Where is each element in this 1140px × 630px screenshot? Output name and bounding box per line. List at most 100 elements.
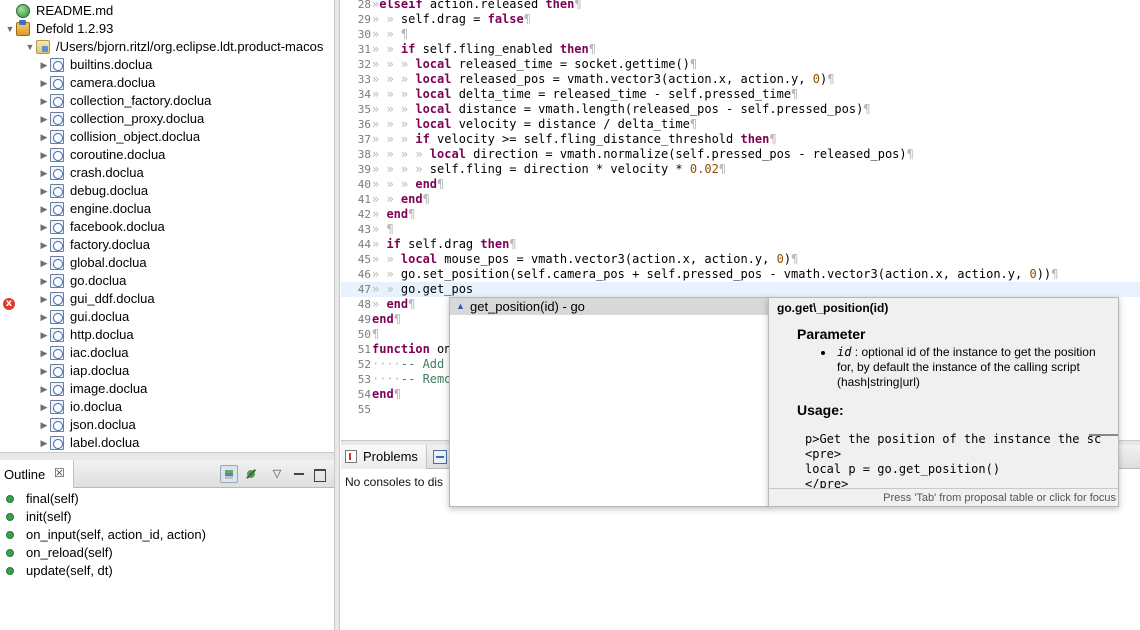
chevron-right-icon[interactable]: ▶ — [38, 290, 50, 308]
sort-icon[interactable] — [220, 465, 238, 483]
code-line[interactable]: 42» end¶ — [341, 207, 1140, 222]
error-icon[interactable]: x — [3, 298, 15, 310]
tree-item[interactable]: ▶ iap.doclua — [0, 362, 334, 380]
chevron-down-icon[interactable]: ▼ — [24, 38, 36, 56]
tab-problems[interactable]: Problems — [341, 445, 427, 469]
chevron-right-icon[interactable]: ▶ — [38, 146, 50, 164]
code-line[interactable]: 35» » » local distance = vmath.length(re… — [341, 102, 1140, 117]
chevron-right-icon[interactable]: ▶ — [38, 434, 50, 452]
chevron-right-icon[interactable]: ▶ — [38, 200, 50, 218]
tree-item[interactable]: ▶ collection_factory.doclua — [0, 92, 334, 110]
chevron-right-icon[interactable]: ▶ — [38, 128, 50, 146]
tree-item[interactable]: ▶ gui_ddf.doclua — [0, 290, 334, 308]
chevron-right-icon[interactable]: ▶ — [38, 362, 50, 380]
tree-item[interactable]: ▶ io.doclua — [0, 398, 334, 416]
chevron-right-icon[interactable]: ▶ — [38, 92, 50, 110]
chevron-down-icon[interactable]: ▼ — [4, 20, 16, 38]
chevron-right-icon[interactable]: ▶ — [38, 326, 50, 344]
view-menu-icon[interactable]: ▽ — [268, 465, 286, 483]
chevron-right-icon[interactable]: ▶ — [38, 380, 50, 398]
doclua-icon — [50, 202, 64, 216]
proposal-item[interactable]: ▲ get_position(id) - go — [450, 298, 768, 315]
chevron-right-icon[interactable]: ▶ — [38, 308, 50, 326]
chevron-right-icon[interactable]: ▶ — [38, 416, 50, 434]
tree-item[interactable]: ▶ image.doclua — [0, 380, 334, 398]
tree-item[interactable]: ▼ /Users/bjorn.ritzl/org.eclipse.ldt.prod… — [0, 38, 334, 56]
outline-item[interactable]: update(self, dt) — [0, 562, 334, 580]
outline-item[interactable]: init(self) — [0, 508, 334, 526]
chevron-right-icon[interactable] — [4, 2, 16, 20]
chevron-right-icon[interactable]: ▶ — [38, 272, 50, 290]
code-line[interactable]: 44» if self.drag then¶ — [341, 237, 1140, 252]
hide-fields-icon[interactable] — [242, 465, 260, 483]
chevron-right-icon[interactable]: ▶ — [38, 236, 50, 254]
vertical-splitter[interactable] — [334, 0, 340, 630]
chevron-right-icon[interactable]: ▶ — [38, 398, 50, 416]
tree-item[interactable]: ▶ factory.doclua — [0, 236, 334, 254]
tree-item[interactable]: ▶ go.doclua — [0, 272, 334, 290]
code-line[interactable]: 46» » go.set_position(self.camera_pos + … — [341, 267, 1140, 282]
console-tab-icon[interactable] — [433, 450, 447, 464]
tree-item[interactable]: ▶ facebook.doclua — [0, 218, 334, 236]
tree-item[interactable]: ▶ global.doclua — [0, 254, 334, 272]
code-line[interactable]: 30» » ¶ — [341, 27, 1140, 42]
maximize-icon[interactable] — [310, 465, 328, 483]
code-line[interactable]: 31» » if self.fling_enabled then¶ — [341, 42, 1140, 57]
tree-item[interactable]: ▶ http.doclua — [0, 326, 334, 344]
doc-code-line: local p = go.get_position() — [805, 462, 1001, 476]
code-line[interactable]: 38» » » » local direction = vmath.normal… — [341, 147, 1140, 162]
code-line[interactable]: 34» » » local delta_time = released_time… — [341, 87, 1140, 102]
code-line[interactable]: 29» » self.drag = false¶ — [341, 12, 1140, 27]
code-line[interactable]: 37» » » if velocity >= self.fling_distan… — [341, 132, 1140, 147]
code-line[interactable]: 33» » » local released_pos = vmath.vecto… — [341, 72, 1140, 87]
tree-item[interactable]: ▶ gui.doclua — [0, 308, 334, 326]
minimize-icon[interactable] — [290, 465, 308, 483]
chevron-right-icon[interactable]: ▶ — [38, 254, 50, 272]
tree-item[interactable]: ▶ debug.doclua — [0, 182, 334, 200]
content-assist-popup[interactable]: ▲ get_position(id) - go — [449, 297, 769, 507]
outline-tab[interactable]: Outline ☒ — [0, 460, 74, 488]
chevron-right-icon[interactable]: ▶ — [38, 182, 50, 200]
tree-item[interactable]: ▶ crash.doclua — [0, 164, 334, 182]
code-line[interactable]: 47» » go.get_pos — [341, 282, 1140, 297]
tree-item[interactable]: ▶ iac.doclua — [0, 344, 334, 362]
tree-item[interactable]: ▼ Defold 1.2.93 — [0, 20, 334, 38]
tree-item[interactable]: ▶ json.doclua — [0, 416, 334, 434]
chevron-right-icon[interactable]: ▶ — [38, 74, 50, 92]
tree-item[interactable]: ▶ builtins.doclua — [0, 56, 334, 74]
chevron-right-icon[interactable]: ▶ — [38, 110, 50, 128]
code-token: local — [415, 102, 452, 116]
tree-item[interactable]: ▶ label.doclua — [0, 434, 334, 452]
outline-tab-title: Outline — [4, 467, 46, 482]
close-icon[interactable]: ☒ — [54, 466, 65, 480]
outline-header: Outline ☒ ▽ — [0, 460, 334, 488]
tree-item[interactable]: ▶ collection_proxy.doclua — [0, 110, 334, 128]
code-line[interactable]: 28 »elseif action.released then¶ — [341, 0, 1140, 12]
tree-item[interactable]: ▶ camera.doclua — [0, 74, 334, 92]
tree-item[interactable]: ▶ coroutine.doclua — [0, 146, 334, 164]
chevron-right-icon[interactable]: ▶ — [38, 344, 50, 362]
tree-item[interactable]: ▶ collision_object.doclua — [0, 128, 334, 146]
outline-item[interactable]: on_input(self, action_id, action) — [0, 526, 334, 544]
code-line[interactable]: 45» » local mouse_pos = vmath.vector3(ac… — [341, 252, 1140, 267]
documentation-popup[interactable]: go.get\_position(id) Parameter id : opti… — [768, 297, 1119, 507]
outline-item[interactable]: on_reload(self) — [0, 544, 334, 562]
code-line[interactable]: 36» » » local velocity = distance / delt… — [341, 117, 1140, 132]
code-line[interactable]: 41» » end¶ — [341, 192, 1140, 207]
tree-item[interactable]: ▶ engine.doclua — [0, 200, 334, 218]
code-line[interactable]: 40» » » end¶ — [341, 177, 1140, 192]
code-line[interactable]: 39» » » » self.fling = direction * veloc… — [341, 162, 1140, 177]
code-line[interactable]: 32» » » local released_time = socket.get… — [341, 57, 1140, 72]
tree-item-label: engine.doclua — [70, 201, 151, 216]
code-token: ···· — [372, 357, 401, 371]
outline-item[interactable]: final(self) — [0, 490, 334, 508]
code-token: ¶ — [574, 0, 582, 11]
code-token: end — [372, 387, 394, 401]
chevron-right-icon[interactable]: ▶ — [38, 218, 50, 236]
chevron-right-icon[interactable]: ▶ — [38, 164, 50, 182]
horizontal-scrollbar[interactable] — [1089, 434, 1118, 436]
tree-item[interactable]: README.md — [0, 2, 334, 20]
code-line[interactable]: 43» ¶ — [341, 222, 1140, 237]
left-horizontal-splitter[interactable] — [0, 452, 334, 460]
chevron-right-icon[interactable]: ▶ — [38, 56, 50, 74]
